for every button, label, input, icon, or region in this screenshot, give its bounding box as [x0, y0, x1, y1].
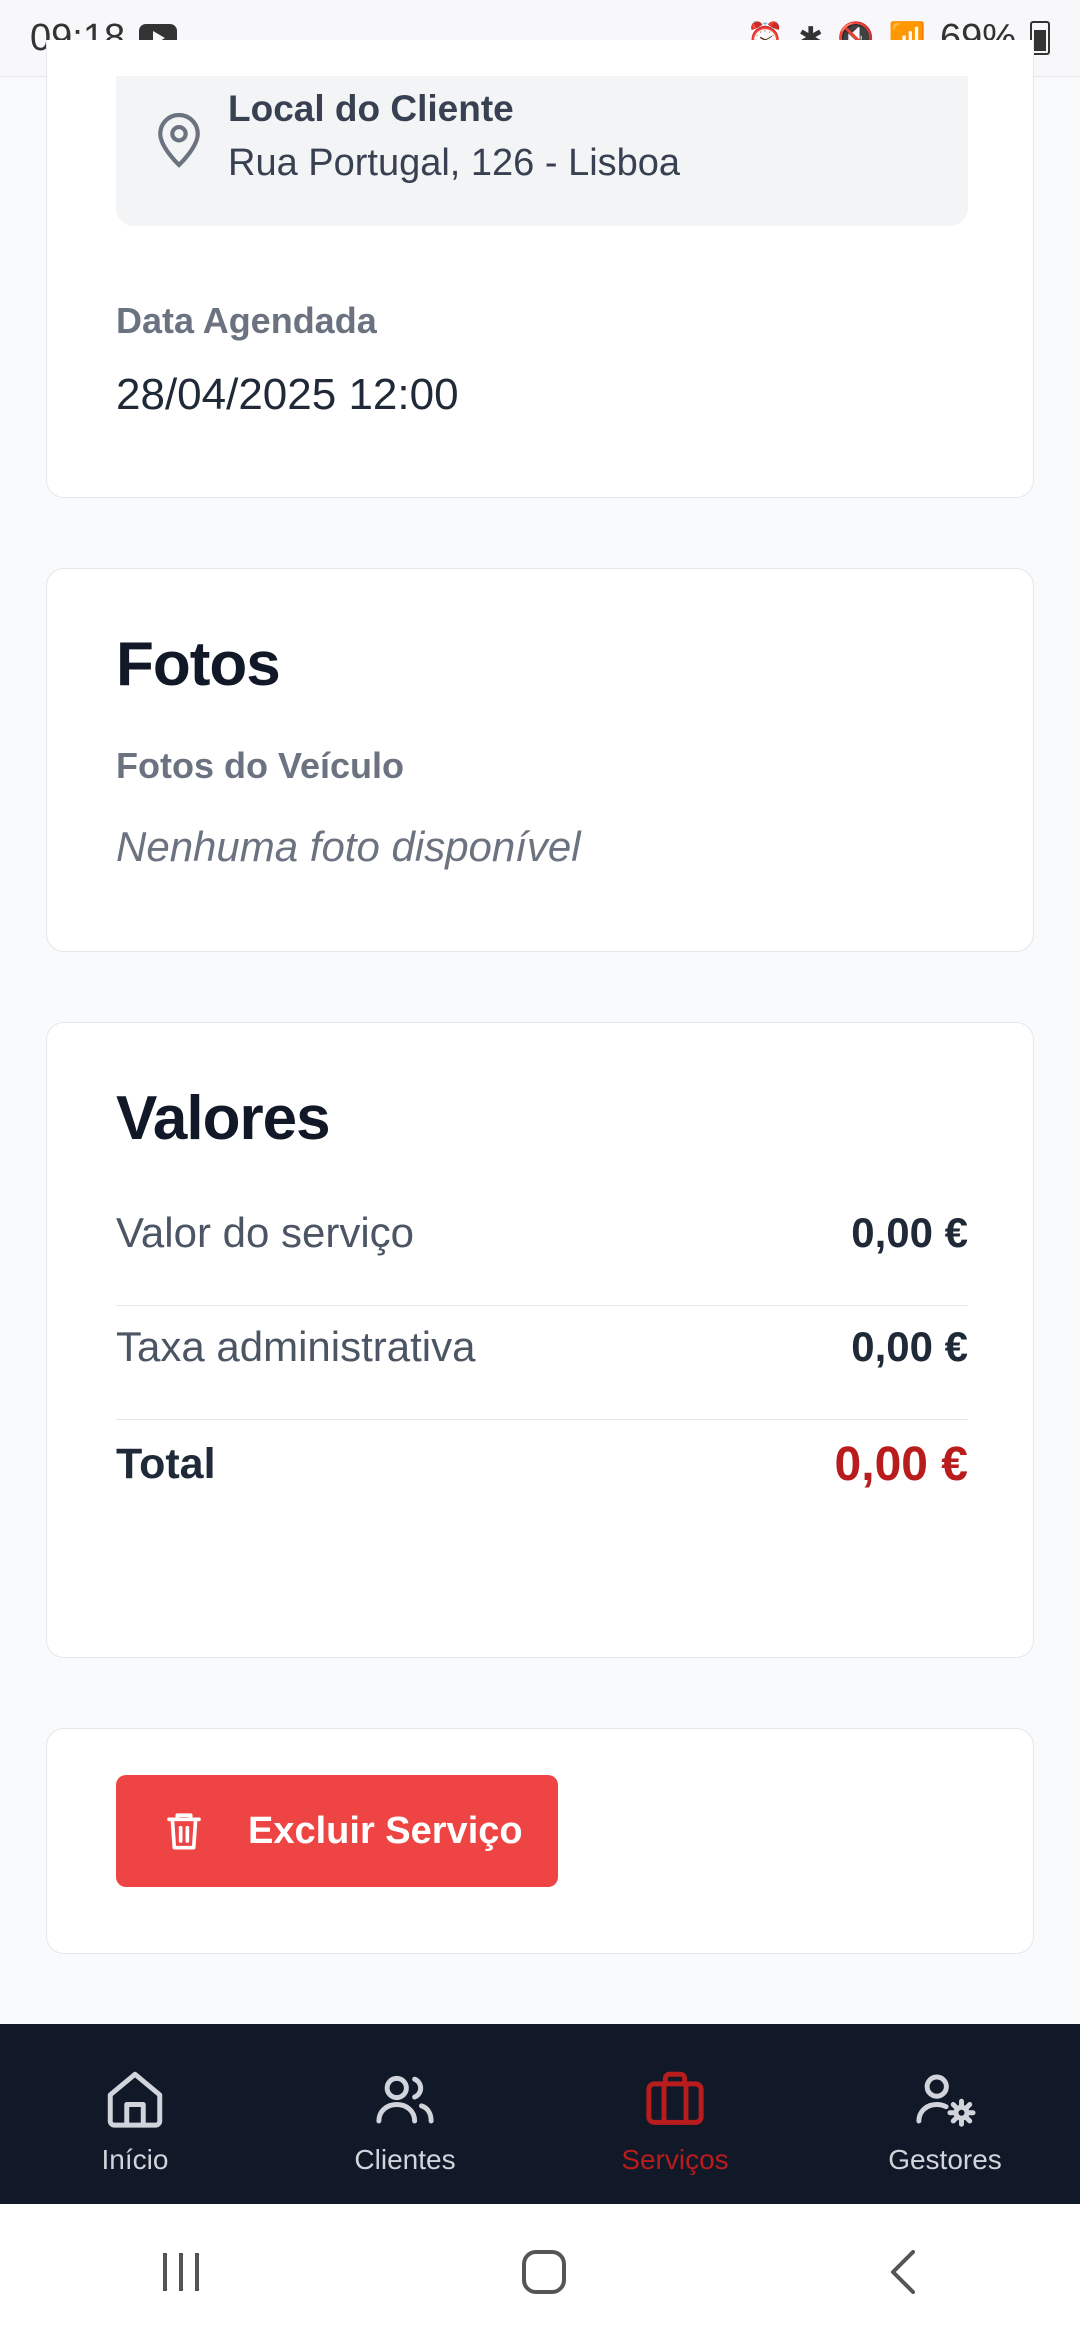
home-icon	[107, 2071, 163, 2128]
nav-label: Serviços	[621, 2144, 729, 2175]
admin-fee-row: Taxa administrativa 0,00 €	[116, 1323, 968, 1371]
photos-empty-text: Nenhuma foto disponível	[116, 823, 581, 870]
nav-item-clientes[interactable]: Clientes	[270, 2024, 540, 2204]
recent-apps-icon[interactable]	[157, 2249, 205, 2295]
values-card: Valores Valor do serviço 0,00 € Taxa adm…	[46, 1022, 1034, 1658]
divider	[116, 1419, 968, 1420]
schedule-value: 28/04/2025 12:00	[116, 370, 459, 419]
values-title: Valores	[116, 1084, 331, 1153]
nav-item-servicos[interactable]: Serviços	[540, 2024, 810, 2204]
delete-service-label: Excluir Serviço	[248, 1809, 523, 1852]
location-title: Local do Cliente	[228, 88, 514, 129]
service-info-card: Local do Cliente Rua Portugal, 126 - Lis…	[46, 40, 1034, 498]
briefcase-icon	[646, 2071, 704, 2125]
nav-label: Gestores	[888, 2144, 1002, 2175]
user-gear-icon	[916, 2074, 976, 2127]
home-button-icon[interactable]	[520, 2248, 568, 2296]
total-value: 0,00 €	[834, 1438, 968, 1491]
service-value-row: Valor do serviço 0,00 €	[116, 1209, 968, 1257]
trash-icon	[167, 1813, 201, 1850]
total-label: Total	[116, 1440, 216, 1488]
divider	[116, 1305, 968, 1306]
nav-item-inicio[interactable]: Início	[0, 2024, 270, 2204]
row-value: 0,00 €	[851, 1323, 968, 1370]
nav-item-gestores[interactable]: Gestores	[810, 2024, 1080, 2204]
client-location-box: Local do Cliente Rua Portugal, 126 - Lis…	[116, 76, 968, 226]
back-icon[interactable]	[883, 2248, 923, 2296]
photos-subtitle: Fotos do Veículo	[116, 745, 405, 786]
nav-label: Clientes	[354, 2144, 456, 2175]
location-address: Rua Portugal, 126 - Lisboa	[228, 142, 681, 184]
schedule-label: Data Agendada	[116, 300, 377, 341]
photos-title: Fotos	[116, 630, 281, 699]
photos-card: Fotos Fotos do Veículo Nenhuma foto disp…	[46, 568, 1034, 952]
bottom-navigation: Início Clientes Serviços Gestores	[0, 2024, 1080, 2204]
actions-card: Excluir Serviço	[46, 1728, 1034, 1954]
row-label: Valor do serviço	[116, 1209, 415, 1256]
system-navigation-bar	[0, 2204, 1080, 2340]
row-label: Taxa administrativa	[116, 1323, 476, 1370]
row-value: 0,00 €	[851, 1209, 968, 1256]
nav-label: Início	[101, 2144, 169, 2175]
map-pin-icon	[158, 112, 200, 168]
users-icon	[376, 2075, 434, 2124]
delete-service-button[interactable]: Excluir Serviço	[116, 1775, 558, 1887]
total-row: Total 0,00 €	[116, 1437, 968, 1492]
